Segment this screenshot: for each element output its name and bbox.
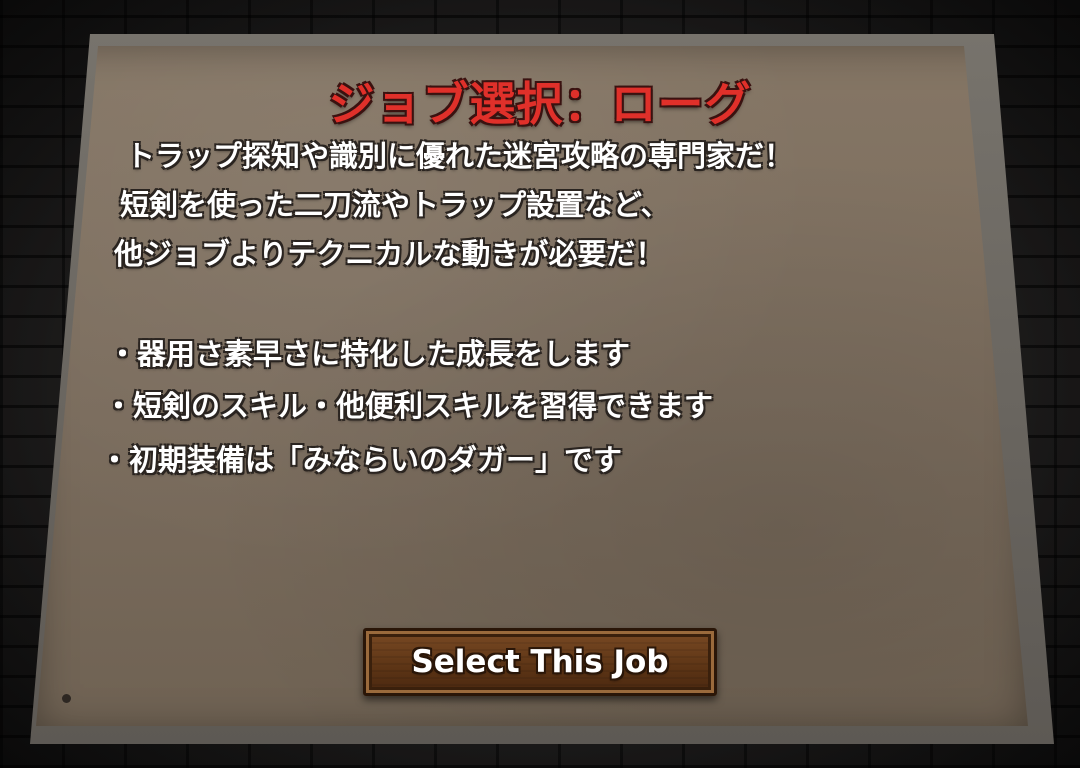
feature-bullet-equipment: ・初期装備は「みならいのダガー」です: [100, 443, 623, 477]
select-job-button-label: Select This Job: [411, 644, 669, 680]
feature-bullet-skills: ・短剣のスキル・他便利スキルを習得できます: [104, 389, 714, 423]
board-nail-icon: [62, 694, 71, 703]
feature-bullet-growth: ・器用さ素早さに特化した成長をします: [108, 337, 631, 371]
select-job-button[interactable]: Select This Job: [363, 628, 717, 696]
description-line-2: 短剣を使った二刀流やトラップ設置など、: [120, 188, 670, 222]
description-line-3: 他ジョブよりテクニカルな動きが必要だ！: [114, 237, 665, 271]
job-title: ジョブ選択：ローグ: [328, 77, 752, 131]
description-line-1: トラップ探知や識別に優れた迷宮攻略の専門家だ！: [126, 139, 794, 173]
